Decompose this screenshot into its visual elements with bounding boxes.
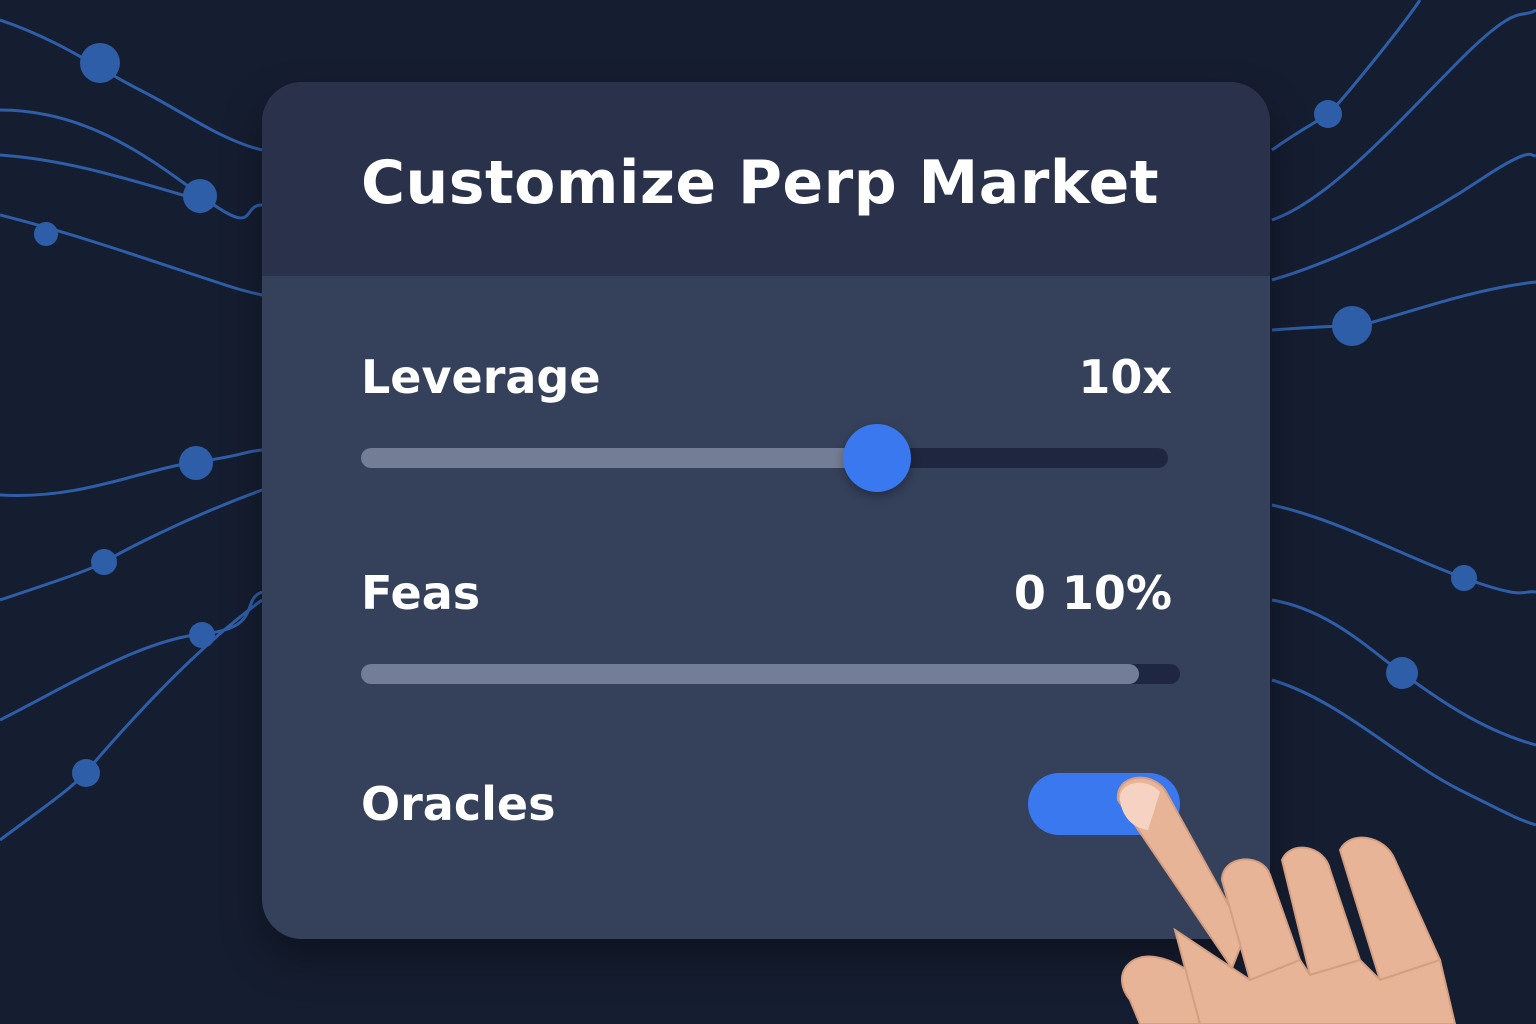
leverage-label: Leverage <box>361 350 601 404</box>
customize-market-panel: Customize Perp Market Leverage 10x Feas … <box>262 82 1270 939</box>
fees-value: 0 10% <box>1013 566 1172 620</box>
fees-label: Feas <box>361 566 481 620</box>
stage: Customize Perp Market Leverage 10x Feas … <box>0 0 1536 1024</box>
fees-slider-fill <box>361 664 1140 684</box>
leverage-value: 10x <box>1078 350 1172 404</box>
leverage-slider-fill <box>361 448 878 468</box>
panel-header: Customize Perp Market <box>262 82 1270 276</box>
panel-title: Customize Perp Market <box>361 148 1159 218</box>
oracles-label: Oracles <box>361 777 556 831</box>
leverage-slider-thumb[interactable] <box>843 424 912 492</box>
oracles-toggle[interactable] <box>1028 773 1180 835</box>
leverage-slider-track[interactable] <box>361 424 1168 492</box>
fees-slider-track[interactable] <box>361 664 1180 684</box>
